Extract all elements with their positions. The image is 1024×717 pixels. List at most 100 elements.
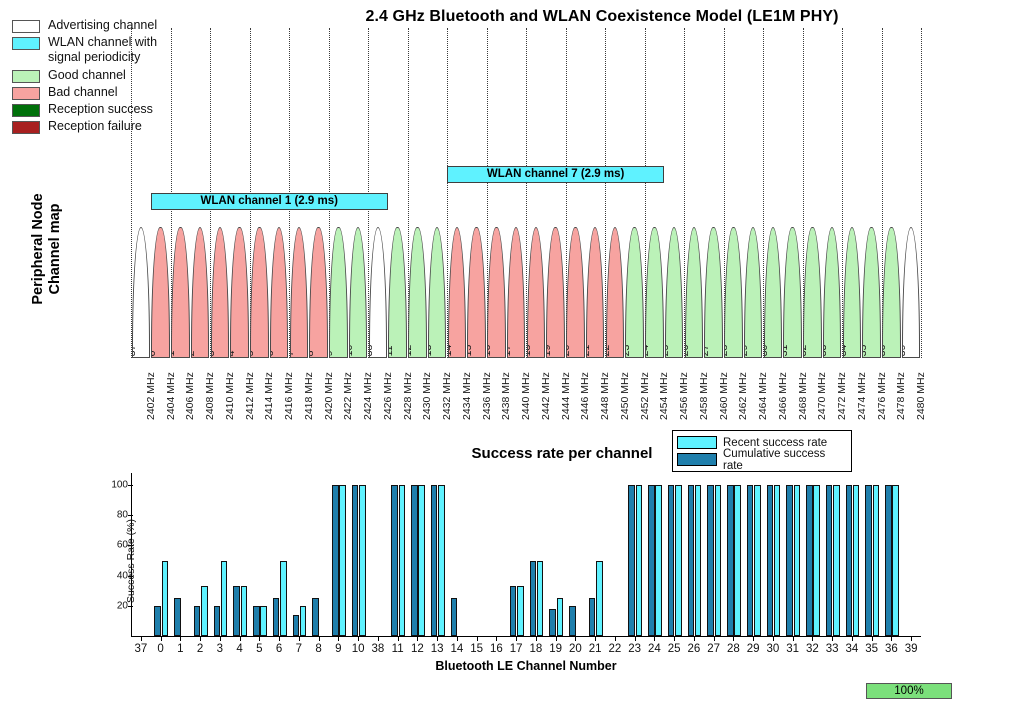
channel-lobe[interactable]: Channel-3	[210, 227, 230, 358]
success-bar[interactable]	[806, 485, 813, 636]
success-bar[interactable]	[892, 485, 899, 636]
success-bar[interactable]	[813, 485, 820, 636]
success-bar[interactable]	[556, 598, 564, 636]
success-bar[interactable]	[714, 485, 722, 636]
success-bar[interactable]	[351, 485, 359, 636]
channel-lobe[interactable]: Channel-38	[368, 227, 388, 358]
channel-lobe[interactable]: Channel-29	[743, 227, 763, 358]
success-bar[interactable]	[312, 598, 319, 636]
channel-lobe[interactable]: Channel-9	[329, 227, 348, 358]
success-bar[interactable]	[332, 485, 339, 636]
success-bar[interactable]	[655, 485, 662, 636]
success-bar[interactable]	[339, 485, 346, 636]
success-bar[interactable]	[450, 598, 458, 636]
success-bar[interactable]	[549, 608, 556, 636]
channel-lobe[interactable]: Channel-12	[408, 227, 427, 358]
channel-lobe[interactable]: Channel-5	[250, 227, 269, 358]
channel-lobe[interactable]: Channel-24	[645, 227, 664, 358]
success-bar[interactable]	[233, 586, 240, 636]
success-bar[interactable]	[766, 485, 774, 636]
channel-lobe[interactable]: Channel-26	[684, 227, 704, 358]
success-bar[interactable]	[569, 605, 576, 636]
success-bar[interactable]	[845, 485, 853, 636]
success-bar[interactable]	[240, 586, 248, 636]
success-bar[interactable]	[213, 605, 221, 636]
success-bar[interactable]	[430, 485, 438, 636]
success-bar[interactable]	[201, 586, 208, 636]
success-bar[interactable]	[418, 485, 425, 636]
success-bar[interactable]	[509, 586, 517, 636]
success-bar[interactable]	[161, 560, 169, 636]
success-bar[interactable]	[628, 485, 635, 636]
channel-lobe[interactable]: Channel-15	[467, 227, 486, 358]
success-bar[interactable]	[391, 485, 398, 636]
channel-lobe[interactable]: Channel-25	[664, 227, 684, 358]
success-bar[interactable]	[793, 485, 801, 636]
success-bar[interactable]	[536, 560, 544, 636]
channel-lobe[interactable]: Channel-21	[585, 227, 605, 358]
success-bar[interactable]	[872, 485, 880, 636]
success-bar[interactable]	[786, 485, 793, 636]
channel-lobe[interactable]: Channel-18	[526, 227, 546, 358]
success-bar[interactable]	[707, 485, 714, 636]
success-bar[interactable]	[193, 605, 201, 636]
channel-lobe[interactable]: Channel-11	[388, 227, 407, 358]
success-bar[interactable]	[174, 598, 181, 636]
success-bar[interactable]	[529, 560, 537, 636]
channel-lobe[interactable]: Channel-10	[348, 227, 368, 358]
success-bar[interactable]	[833, 485, 840, 636]
channel-lobe[interactable]: Channel-32	[803, 227, 822, 358]
channel-lobe[interactable]: Channel-36	[882, 227, 901, 358]
legend-item[interactable]: Cumulative success rate	[677, 448, 847, 472]
channel-lobe[interactable]: Channel-6	[269, 227, 289, 358]
success-bar[interactable]	[754, 485, 761, 636]
success-bar[interactable]	[635, 485, 643, 636]
channel-lobe[interactable]: Channel-23	[625, 227, 644, 358]
channel-lobe[interactable]: Channel-34	[842, 227, 862, 358]
success-bar[interactable]	[734, 485, 741, 636]
success-bar[interactable]	[154, 605, 161, 636]
success-bar[interactable]	[746, 485, 754, 636]
channel-lobe[interactable]: Channel-1	[171, 227, 190, 358]
success-bar[interactable]	[292, 614, 300, 636]
success-bar[interactable]	[220, 560, 228, 636]
channel-lobe[interactable]: Channel-8	[309, 227, 328, 358]
success-bar[interactable]	[667, 485, 675, 636]
success-bar[interactable]	[727, 485, 734, 636]
success-bar[interactable]	[359, 485, 366, 636]
success-bar[interactable]	[596, 560, 603, 636]
success-bar[interactable]	[852, 485, 860, 636]
channel-lobe[interactable]: Channel-7	[289, 227, 309, 358]
channel-lobe[interactable]: Channel-20	[566, 227, 585, 358]
channel-lobe[interactable]: Channel-13	[427, 227, 447, 358]
wlan-occupancy-bar[interactable]: WLAN channel 1 (2.9 ms)	[150, 193, 388, 210]
success-bar[interactable]	[773, 485, 781, 636]
channel-lobe[interactable]: Channel-14	[447, 227, 467, 358]
channel-lobe[interactable]: Channel-19	[546, 227, 565, 358]
channel-lobe[interactable]: Channel-0	[151, 227, 170, 358]
channel-lobe[interactable]: Channel-27	[704, 227, 723, 358]
success-bar[interactable]	[260, 605, 267, 636]
success-bar[interactable]	[411, 485, 418, 636]
success-bar[interactable]	[438, 485, 445, 636]
success-bar[interactable]	[272, 598, 280, 636]
success-bar[interactable]	[687, 485, 695, 636]
channel-lobe[interactable]: Channel-30	[763, 227, 783, 358]
channel-lobe[interactable]: Channel-37	[131, 227, 151, 358]
success-bar[interactable]	[675, 485, 682, 636]
channel-lobe[interactable]: Channel-17	[506, 227, 526, 358]
wlan-occupancy-bar[interactable]: WLAN channel 7 (2.9 ms)	[447, 166, 665, 183]
channel-lobe[interactable]: Channel-31	[783, 227, 802, 358]
success-bar[interactable]	[885, 485, 892, 636]
channel-lobe[interactable]: Channel-22	[605, 227, 625, 358]
channel-lobe[interactable]: Channel-39	[901, 227, 921, 358]
success-bar[interactable]	[253, 605, 260, 636]
success-bar[interactable]	[588, 598, 596, 636]
channel-lobe[interactable]: Channel-4	[230, 227, 249, 358]
success-bar[interactable]	[280, 560, 287, 636]
channel-lobe[interactable]: Channel-16	[487, 227, 506, 358]
success-bar[interactable]	[825, 485, 833, 636]
success-bar[interactable]	[517, 586, 524, 636]
channel-lobe[interactable]: Channel-2	[190, 227, 210, 358]
channel-lobe[interactable]: Channel-28	[724, 227, 743, 358]
